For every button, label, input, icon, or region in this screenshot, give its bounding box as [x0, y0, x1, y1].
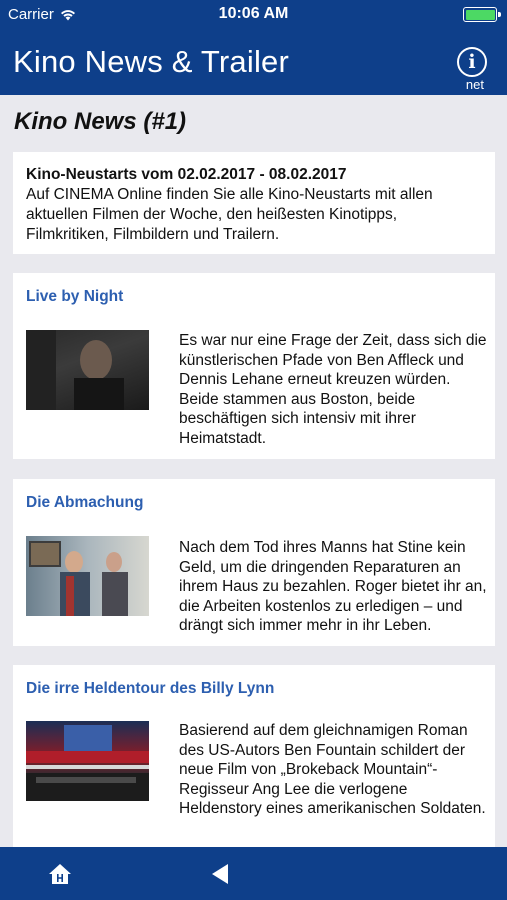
intro-body: Auf CINEMA Online finden Sie alle Kino-N…	[26, 186, 433, 243]
news-text: Basierend auf dem gleichnamigen Roman de…	[179, 722, 486, 817]
intro-card[interactable]: Kino-Neustarts vom 02.02.2017 - 08.02.20…	[13, 152, 495, 254]
news-title[interactable]: Live by Night	[26, 288, 123, 306]
nav-bar: Kino News & Trailer i net	[0, 30, 507, 95]
battery-icon	[463, 7, 501, 22]
section-title: Kino News (#1)	[14, 108, 187, 135]
news-text: Es war nur eine Frage der Zeit, dass sic…	[179, 332, 487, 447]
news-title[interactable]: Die Abmachung	[26, 494, 143, 512]
news-item[interactable]: Live by Night Es war nur eine Frage der …	[13, 273, 495, 459]
back-button[interactable]	[205, 859, 235, 889]
home-icon	[49, 864, 71, 884]
news-item[interactable]: Die irre Heldentour des Billy Lynn Basie…	[13, 665, 495, 847]
news-item[interactable]: Die Abmachung Nach dem Tod ihres Manns h…	[13, 479, 495, 646]
info-icon: i	[468, 51, 476, 73]
news-title[interactable]: Die irre Heldentour des Billy Lynn	[26, 680, 274, 698]
info-button[interactable]: i	[457, 47, 487, 77]
tab-bar	[0, 847, 507, 900]
status-time: 10:06 AM	[218, 5, 289, 22]
status-bar: Carrier 10:06 AM	[0, 0, 507, 30]
intro-headline: Kino-Neustarts vom 02.02.2017 - 08.02.20…	[26, 166, 347, 183]
news-thumbnail[interactable]	[26, 536, 149, 616]
news-list[interactable]: Kino News (#1) Kino-Neustarts vom 02.02.…	[0, 95, 507, 847]
news-thumbnail[interactable]	[26, 330, 149, 410]
app-title: Kino News & Trailer	[13, 44, 290, 79]
back-arrow-icon	[212, 864, 228, 884]
news-text: Nach dem Tod ihres Manns hat Stine kein …	[179, 539, 487, 634]
info-net-label: net	[465, 77, 484, 92]
news-thumbnail[interactable]	[26, 721, 149, 801]
home-button[interactable]	[45, 859, 75, 889]
